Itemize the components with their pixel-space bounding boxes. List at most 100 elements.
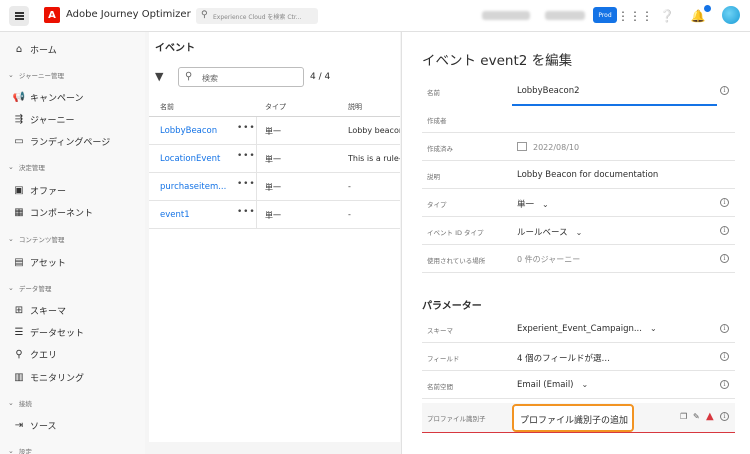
- nav-item-assets[interactable]: ▤ アセット: [12, 254, 66, 270]
- search-icon: ⚲: [185, 71, 193, 82]
- nav-section-connections[interactable]: ⌄ 接続: [8, 397, 32, 409]
- info-icon[interactable]: i: [720, 86, 729, 95]
- nav-item-monitoring[interactable]: ▥ モニタリング: [12, 369, 84, 385]
- notification-dot: [704, 5, 711, 12]
- filter-icon[interactable]: ▼: [155, 70, 163, 83]
- field-created-by: 作成者: [422, 105, 735, 133]
- grid-icon[interactable]: ⋮⋮⋮: [617, 8, 653, 24]
- more-actions-icon[interactable]: • • •: [237, 123, 255, 133]
- add-profile-identifier-button[interactable]: プロファイル識別子の追加: [512, 404, 634, 432]
- nav-section-content[interactable]: ⌄ コンテンツ管理: [8, 233, 64, 245]
- field-namespace: 名前空間 Email (Email) ⌄ i: [422, 371, 735, 399]
- nav-section-data[interactable]: ⌄ データ管理: [8, 282, 51, 294]
- adobe-logo[interactable]: A: [44, 7, 60, 23]
- more-actions-icon[interactable]: • • •: [237, 179, 255, 189]
- event-description: This is a rule-b: [348, 154, 400, 163]
- info-icon[interactable]: i: [720, 412, 729, 421]
- edit-pencil-icon[interactable]: ✎: [693, 412, 700, 421]
- column-header-type[interactable]: タイプ: [265, 102, 286, 112]
- nav-item-home[interactable]: ⌂ ホーム: [12, 41, 57, 57]
- event-type: 単一: [265, 211, 281, 220]
- search-icon: ⚲: [201, 10, 208, 20]
- monitoring-icon: ▥: [14, 371, 24, 383]
- event-name-link[interactable]: LocationEvent: [160, 154, 220, 164]
- info-icon[interactable]: i: [720, 352, 729, 361]
- nav-item-datasets[interactable]: ☰ データセット: [12, 324, 85, 340]
- hamburger-menu-button[interactable]: [9, 6, 29, 26]
- description-input[interactable]: Lobby Beacon for documentation: [517, 170, 658, 180]
- event-name-link[interactable]: LobbyBeacon: [160, 126, 217, 136]
- info-icon[interactable]: i: [720, 226, 729, 235]
- hamburger-icon: [14, 15, 24, 17]
- dataset-icon: ☰: [14, 326, 24, 338]
- avatar[interactable]: [722, 6, 740, 24]
- list-search-input[interactable]: ⚲ 検索: [178, 67, 304, 87]
- help-icon[interactable]: ❔: [659, 8, 675, 24]
- app-title[interactable]: Adobe Journey Optimizer: [66, 9, 191, 20]
- chevron-down-icon: ⌄: [575, 228, 583, 237]
- field-created: 作成済み 2022/08/10: [422, 133, 735, 161]
- field-type: タイプ 単一 ⌄ i: [422, 189, 735, 217]
- edit-panel-title: イベント event2 を編集: [422, 53, 573, 69]
- table-row[interactable]: purchaseitem... • • • 単一 -: [149, 173, 400, 201]
- query-icon: ⚲: [15, 348, 23, 360]
- created-date-value: 2022/08/10: [517, 142, 579, 152]
- schema-icon: ⊞: [14, 304, 24, 316]
- schema-dropdown[interactable]: Experient_Event_Campaign... ⌄: [517, 324, 657, 334]
- table-row[interactable]: event1 • • • 単一 -: [149, 201, 400, 229]
- more-actions-icon[interactable]: • • •: [237, 207, 255, 217]
- chevron-down-icon: ⌄: [581, 380, 589, 389]
- event-id-type-dropdown[interactable]: ルールベース ⌄: [517, 226, 582, 238]
- sandbox-switcher[interactable]: [545, 11, 585, 20]
- field-schema: スキーマ Experient_Event_Campaign... ⌄ i: [422, 315, 735, 343]
- left-nav: ⌂ ホーム ⌄ ジャーニー管理 📢 キャンペーン ⇶ ジャーニー ▭ ランディングページ …: [0, 32, 145, 454]
- more-actions-icon[interactable]: • • •: [237, 151, 255, 161]
- info-icon[interactable]: i: [720, 198, 729, 207]
- nav-section-decision[interactable]: ⌄ 決定管理: [8, 161, 45, 173]
- source-icon: ⇥: [14, 419, 24, 431]
- name-input[interactable]: LobbyBeacon2: [517, 86, 580, 96]
- nav-item-journeys[interactable]: ⇶ ジャーニー: [12, 111, 75, 127]
- used-in-value: 0 件のジャーニー: [517, 255, 581, 264]
- warning-icon: ▲: [706, 411, 714, 422]
- nav-section-settings[interactable]: ⌄ 設定: [8, 445, 32, 454]
- nav-item-offers[interactable]: ▣ オファー: [12, 182, 66, 198]
- event-name-link[interactable]: purchaseitem...: [160, 182, 226, 192]
- journey-icon: ⇶: [14, 113, 24, 125]
- org-switcher[interactable]: [482, 11, 530, 20]
- field-profile-identifier: プロファイル識別子 プロファイル識別子の追加 ❐ ✎ ▲ i: [422, 403, 735, 433]
- landing-page-icon: ▭: [14, 135, 24, 147]
- column-header-name[interactable]: 名前: [160, 102, 174, 112]
- parameters-section-title: パラメーター: [422, 301, 482, 312]
- nav-section-journey[interactable]: ⌄ ジャーニー管理: [8, 69, 64, 81]
- info-icon[interactable]: i: [720, 254, 729, 263]
- prod-badge[interactable]: Prod: [593, 7, 617, 23]
- global-search-input[interactable]: ⚲ Experience Cloud を検索 Ctr...: [196, 8, 318, 24]
- type-dropdown[interactable]: 単一 ⌄: [517, 198, 549, 210]
- top-bar: A Adobe Journey Optimizer ⚲ Experience C…: [0, 0, 750, 32]
- table-row[interactable]: LobbyBeacon • • • 単一 Lobby beacon: [149, 117, 400, 145]
- info-icon[interactable]: i: [720, 380, 729, 389]
- nav-item-components[interactable]: ▦ コンポーネント: [12, 204, 93, 220]
- event-name-link[interactable]: event1: [160, 210, 190, 220]
- chevron-down-icon: ⌄: [8, 399, 14, 407]
- copy-icon[interactable]: ❐: [680, 412, 687, 421]
- assets-icon: ▤: [14, 256, 24, 268]
- field-fields: フィールド 4 個のフィールドが選… i: [422, 343, 735, 371]
- info-icon[interactable]: i: [720, 324, 729, 333]
- namespace-dropdown[interactable]: Email (Email) ⌄: [517, 380, 588, 390]
- table-row[interactable]: LocationEvent • • • 単一 This is a rule-b: [149, 145, 400, 173]
- nav-item-landing-pages[interactable]: ▭ ランディングページ: [12, 133, 110, 149]
- result-count: 4 / 4: [310, 72, 331, 82]
- event-type: 単一: [265, 155, 281, 164]
- chevron-down-icon: ⌄: [542, 200, 549, 209]
- nav-item-sources[interactable]: ⇥ ソース: [12, 417, 57, 433]
- chevron-down-icon: ⌄: [649, 324, 657, 333]
- nav-item-queries[interactable]: ⚲ クエリ: [12, 346, 57, 362]
- fields-selector[interactable]: 4 個のフィールドが選…: [517, 352, 610, 364]
- chevron-down-icon: ⌄: [8, 163, 14, 171]
- nav-item-schemas[interactable]: ⊞ スキーマ: [12, 302, 66, 318]
- column-header-description[interactable]: 説明: [348, 102, 362, 112]
- field-description: 説明 Lobby Beacon for documentation: [422, 161, 735, 189]
- nav-item-campaigns[interactable]: 📢 キャンペーン: [12, 89, 84, 105]
